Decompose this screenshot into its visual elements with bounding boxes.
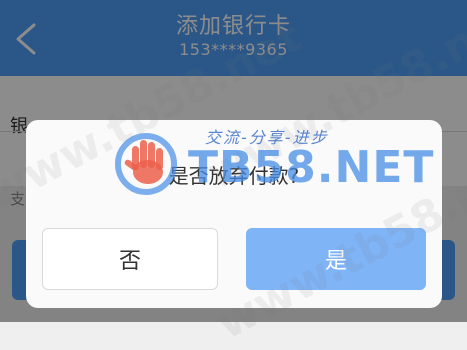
- watermark-hand-logo: [115, 133, 177, 195]
- watermark-brand: TB58.NET: [188, 142, 435, 193]
- no-button[interactable]: 否: [42, 228, 218, 290]
- no-button-label: 否: [118, 249, 141, 274]
